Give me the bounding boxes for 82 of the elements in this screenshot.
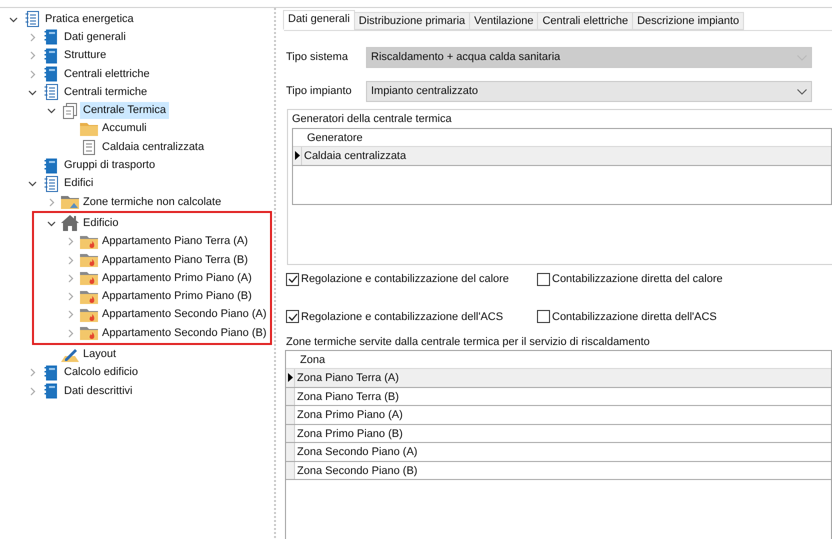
group-title: Generatori della centrale termica bbox=[292, 113, 452, 125]
tree-item[interactable]: Zone termiche non calcolate bbox=[80, 194, 224, 211]
tree-item[interactable]: Accumuli bbox=[99, 120, 150, 138]
expand-chevron-icon[interactable] bbox=[46, 198, 56, 207]
checkbox-label: Regolazione e contabilizzazione dell'ACS bbox=[301, 310, 504, 324]
checkbox[interactable] bbox=[286, 272, 299, 286]
notebook-icon bbox=[44, 66, 58, 82]
tree-item[interactable]: Appartamento Piano Terra (B) bbox=[99, 252, 251, 268]
notebook-icon bbox=[44, 158, 58, 174]
field-label: Tipo impianto bbox=[286, 84, 353, 100]
column-header: Generatore bbox=[306, 131, 364, 146]
current-row-icon bbox=[294, 151, 300, 160]
list-icon bbox=[44, 176, 58, 192]
notebook-icon bbox=[44, 383, 58, 400]
checkbox[interactable] bbox=[537, 272, 550, 286]
collapse-chevron-icon[interactable] bbox=[28, 88, 36, 97]
collapse-chevron-icon[interactable] bbox=[28, 179, 36, 188]
tree-item[interactable]: Gruppi di trasporto bbox=[61, 157, 158, 174]
notebook-icon bbox=[44, 364, 58, 381]
folder-icon bbox=[80, 234, 98, 249]
tree-item[interactable]: Caldaia centralizzata bbox=[99, 138, 208, 156]
column-header: Zona bbox=[299, 353, 326, 368]
folder-icon bbox=[80, 290, 98, 304]
table-cell-text: Zona Secondo Piano (A) bbox=[296, 445, 418, 460]
folder-image-icon bbox=[61, 195, 79, 210]
tree-item[interactable]: Strutture bbox=[61, 47, 110, 64]
row-indicator[interactable] bbox=[293, 147, 302, 164]
tree-item[interactable]: Edifici bbox=[61, 175, 96, 192]
tree-item[interactable]: Appartamento Secondo Piano (A) bbox=[99, 306, 270, 324]
folder-icon bbox=[80, 271, 98, 286]
collapse-chevron-icon[interactable] bbox=[46, 106, 56, 116]
pencil-icon bbox=[61, 346, 79, 362]
current-row-icon bbox=[288, 373, 292, 382]
list-icon bbox=[25, 11, 39, 28]
tab[interactable]: Descrizione impianto bbox=[632, 12, 744, 30]
tree-item[interactable]: Pratica energetica bbox=[42, 10, 137, 28]
tree-item[interactable]: Centrale Termica bbox=[80, 102, 169, 120]
checkmark-icon bbox=[288, 275, 298, 284]
notebook-icon bbox=[44, 48, 58, 64]
checkbox[interactable] bbox=[537, 310, 550, 324]
list-icon bbox=[44, 84, 58, 100]
table-cell-text: Zona Primo Piano (B) bbox=[296, 426, 404, 442]
tab[interactable]: Ventilazione bbox=[469, 12, 538, 30]
folder-icon bbox=[80, 253, 98, 267]
field-label: Tipo sistema bbox=[286, 50, 349, 66]
collapse-chevron-icon[interactable] bbox=[46, 218, 56, 228]
tree-item[interactable]: Appartamento Secondo Piano (B) bbox=[99, 324, 270, 342]
folder-icon bbox=[80, 326, 98, 340]
tab[interactable]: Centrali elettriche bbox=[537, 12, 634, 30]
collapse-chevron-icon[interactable] bbox=[8, 14, 18, 24]
table-cell-text: Zona Primo Piano (A) bbox=[296, 408, 404, 423]
tree-item[interactable]: Appartamento Piano Terra (A) bbox=[99, 233, 251, 250]
chevron-down-icon bbox=[797, 88, 807, 94]
checkbox-label: Contabilizzazione diretta dell'ACS bbox=[552, 310, 717, 324]
tree-item[interactable]: Edificio bbox=[80, 214, 122, 232]
dropdown[interactable]: Impianto centralizzato bbox=[366, 81, 812, 102]
folder-icon bbox=[80, 122, 98, 136]
tree-item[interactable]: Centrali elettriche bbox=[61, 66, 153, 83]
tree-item[interactable]: Calcolo edificio bbox=[61, 364, 141, 382]
checkbox-label: Contabilizzazione diretta del calore bbox=[552, 272, 723, 287]
tab[interactable]: Distribuzione primaria bbox=[354, 12, 470, 30]
checkmark-icon bbox=[288, 312, 298, 321]
checkbox-label: Regolazione e contabilizzazione del calore bbox=[301, 272, 509, 287]
notebook-icon bbox=[44, 29, 58, 46]
table-cell-text: Zona Secondo Piano (B) bbox=[296, 464, 418, 478]
documents-icon bbox=[62, 102, 78, 119]
tree-item[interactable]: Dati descrittivi bbox=[61, 382, 136, 400]
file-icon bbox=[83, 140, 95, 155]
tree-item[interactable]: Appartamento Primo Piano (B) bbox=[99, 288, 255, 306]
tree-item[interactable]: Dati generali bbox=[61, 28, 129, 46]
tree-item[interactable]: Centrali termiche bbox=[61, 84, 150, 101]
table-cell-text: Caldaia centralizzata bbox=[303, 149, 408, 164]
table-cell-text: Zona Piano Terra (B) bbox=[296, 390, 400, 404]
folder-icon bbox=[80, 308, 98, 322]
section-title: Zone termiche servite dalla centrale termica per il servizio di riscaldamento bbox=[285, 335, 651, 350]
checkbox[interactable] bbox=[286, 310, 299, 324]
row-indicator[interactable] bbox=[286, 369, 295, 386]
tree-item[interactable]: Layout bbox=[80, 346, 120, 363]
tree-item[interactable]: Appartamento Primo Piano (A) bbox=[99, 270, 255, 287]
tab[interactable]: Dati generali bbox=[283, 10, 355, 30]
table-cell-text: Zona Piano Terra (A) bbox=[296, 371, 400, 386]
house-icon bbox=[61, 215, 79, 232]
